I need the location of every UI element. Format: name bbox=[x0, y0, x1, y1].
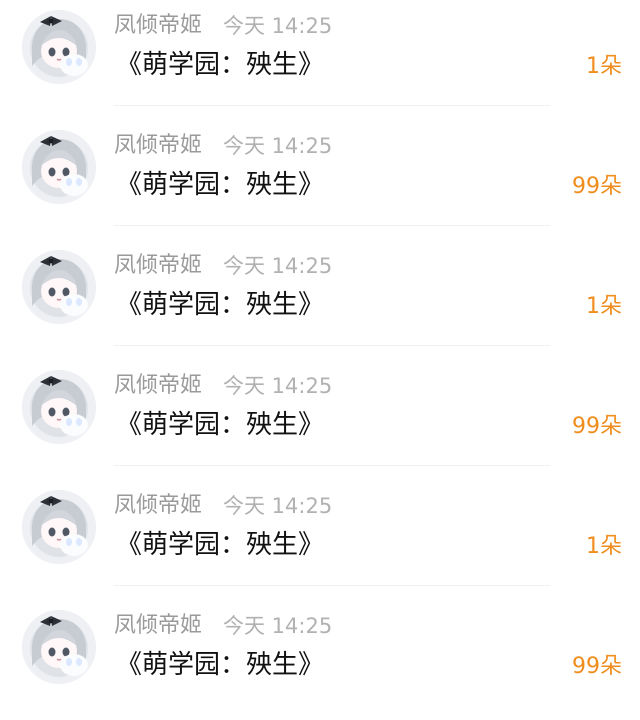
gift-count: 99朵 bbox=[572, 414, 622, 439]
gift-title: 《萌学园：殃生》 bbox=[116, 170, 325, 200]
username[interactable]: 凤倾帝姬 bbox=[114, 372, 202, 400]
avatar[interactable] bbox=[22, 10, 96, 84]
avatar[interactable] bbox=[22, 130, 96, 204]
gift-record-item[interactable]: 凤倾帝姬 今天 14:25 《萌学园：殃生》 99朵 bbox=[0, 120, 640, 240]
avatar[interactable] bbox=[22, 250, 96, 324]
gift-count: 1朵 bbox=[586, 294, 622, 319]
gift-count: 99朵 bbox=[572, 174, 622, 199]
username[interactable]: 凤倾帝姬 bbox=[114, 12, 202, 40]
anime-avatar-icon bbox=[22, 370, 96, 444]
divider bbox=[114, 105, 550, 106]
gift-count: 99朵 bbox=[572, 654, 622, 679]
anime-avatar-icon bbox=[22, 610, 96, 684]
timestamp: 今天 14:25 bbox=[223, 134, 333, 158]
username[interactable]: 凤倾帝姬 bbox=[114, 612, 202, 640]
divider bbox=[114, 345, 550, 346]
gift-record-item[interactable]: 凤倾帝姬 今天 14:25 《萌学园：殃生》 1朵 bbox=[0, 240, 640, 360]
gift-title: 《萌学园：殃生》 bbox=[116, 530, 325, 560]
anime-avatar-icon bbox=[22, 130, 96, 204]
anime-avatar-icon bbox=[22, 490, 96, 564]
username[interactable]: 凤倾帝姬 bbox=[114, 132, 202, 160]
anime-avatar-icon bbox=[22, 250, 96, 324]
avatar[interactable] bbox=[22, 370, 96, 444]
divider bbox=[114, 585, 550, 586]
gift-record-item[interactable]: 凤倾帝姬 今天 14:25 《萌学园：殃生》 99朵 bbox=[0, 360, 640, 480]
username[interactable]: 凤倾帝姬 bbox=[114, 252, 202, 280]
gift-title: 《萌学园：殃生》 bbox=[116, 410, 325, 440]
timestamp: 今天 14:25 bbox=[223, 14, 333, 38]
gift-title: 《萌学园：殃生》 bbox=[116, 50, 325, 80]
timestamp: 今天 14:25 bbox=[223, 254, 333, 278]
timestamp: 今天 14:25 bbox=[223, 614, 333, 638]
avatar[interactable] bbox=[22, 490, 96, 564]
avatar[interactable] bbox=[22, 610, 96, 684]
gift-title: 《萌学园：殃生》 bbox=[116, 290, 325, 320]
divider bbox=[114, 225, 550, 226]
gift-record-item[interactable]: 凤倾帝姬 今天 14:25 《萌学园：殃生》 1朵 bbox=[0, 480, 640, 600]
timestamp: 今天 14:25 bbox=[223, 374, 333, 398]
username[interactable]: 凤倾帝姬 bbox=[114, 492, 202, 520]
anime-avatar-icon bbox=[22, 10, 96, 84]
timestamp: 今天 14:25 bbox=[223, 494, 333, 518]
gift-record-item[interactable]: 凤倾帝姬 今天 14:25 《萌学园：殃生》 1朵 bbox=[0, 0, 640, 120]
gift-title: 《萌学园：殃生》 bbox=[116, 650, 325, 680]
gift-record-list: 凤倾帝姬 今天 14:25 《萌学园：殃生》 1朵 凤倾帝姬 今天 14:25 … bbox=[0, 0, 640, 693]
divider bbox=[114, 465, 550, 466]
gift-count: 1朵 bbox=[586, 534, 622, 559]
gift-count: 1朵 bbox=[586, 54, 622, 79]
gift-record-item[interactable]: 凤倾帝姬 今天 14:25 《萌学园：殃生》 99朵 bbox=[0, 600, 640, 720]
